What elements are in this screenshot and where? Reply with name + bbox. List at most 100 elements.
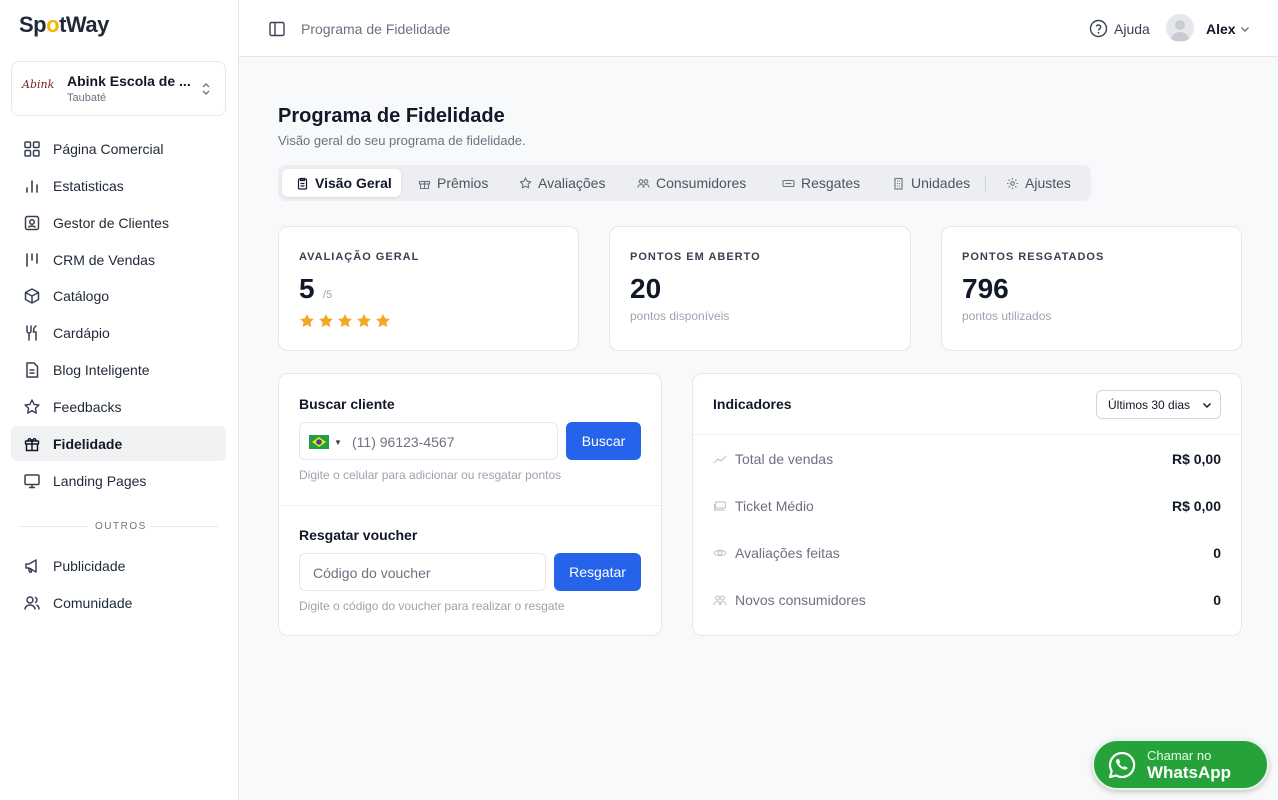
customer-actions-card: Buscar cliente ▼ (11) 96123-4567 Buscar … [278, 373, 662, 636]
open-points-card: PONTOS EM ABERTO 20 pontos disponíveis [609, 226, 911, 351]
tab-resgates[interactable]: Resgates [768, 169, 871, 197]
sidebar-item-label: Feedbacks [53, 399, 122, 415]
sidebar-item-label: Comunidade [53, 595, 133, 611]
building-icon [894, 177, 903, 190]
sidebar-item-landing-pages[interactable]: Landing Pages [11, 463, 226, 498]
tab-consumidores[interactable]: Consumidores [623, 169, 758, 197]
sidebar-toggle-icon[interactable] [268, 20, 286, 38]
star-icon [519, 176, 532, 188]
indicator-value: 0 [1213, 545, 1221, 561]
gift-icon [24, 438, 40, 452]
stat-value: 20 [630, 273, 662, 304]
tab-bar: Visão Geral Prêmios Avaliações Consumido… [278, 165, 1091, 201]
search-button[interactable]: Buscar [566, 422, 641, 460]
page-title: Programa de Fidelidade [278, 105, 505, 127]
sidebar-item-label: Blog Inteligente [53, 362, 150, 378]
whatsapp-small-label: Chamar no [1147, 748, 1212, 763]
country-caret-icon[interactable]: ▼ [334, 438, 342, 447]
user-avatar-icon [1170, 20, 1190, 41]
star-filled-icon [376, 314, 390, 328]
stat-note: pontos utilizados [962, 309, 1052, 323]
voucher-input[interactable]: Código do voucher [299, 553, 546, 591]
brazil-flag-icon[interactable] [309, 435, 329, 449]
card-divider [693, 434, 1241, 435]
sidebar-item-gestor-de-clientes[interactable]: Gestor de Clientes [11, 205, 226, 240]
search-hint: Digite o celular para adicionar ou resga… [299, 468, 562, 482]
period-select-value: Últimos 30 dias [1108, 398, 1191, 412]
spotway-logo[interactable]: SpotWay [19, 12, 109, 38]
sidebar-item-pagina-comercial[interactable]: Página Comercial [11, 131, 226, 166]
tab-avaliacoes[interactable]: Avaliações [505, 169, 617, 197]
ticket-icon [782, 179, 795, 187]
tab-label: Unidades [911, 175, 971, 191]
star-icon [24, 399, 40, 414]
period-select[interactable]: Últimos 30 dias [1096, 390, 1221, 419]
indicator-label: Avaliações feitas [735, 545, 840, 561]
org-city: Taubaté [67, 92, 107, 104]
sidebar-item-blog-inteligente[interactable]: Blog Inteligente [11, 352, 226, 387]
sidebar-item-fidelidade[interactable]: Fidelidade [11, 426, 226, 461]
redeem-button[interactable]: Resgatar [554, 553, 641, 591]
star-filled-icon [357, 314, 371, 328]
tab-ajustes[interactable]: Ajustes [992, 169, 1086, 197]
megaphone-icon [25, 559, 37, 573]
whatsapp-icon [1108, 751, 1136, 779]
sidebar-item-catalogo[interactable]: Catálogo [11, 278, 226, 313]
voucher-placeholder: Código do voucher [313, 565, 431, 581]
whatsapp-big-label: WhatsApp [1147, 763, 1232, 782]
help-link[interactable]: Ajuda [1114, 21, 1150, 37]
tab-separator [985, 176, 986, 191]
indicators-card: Indicadores Últimos 30 dias Total de ven… [692, 373, 1242, 636]
redeemed-points-card: PONTOS RESGATADOS 796 pontos utilizados [941, 226, 1242, 351]
indicator-value: R$ 0,00 [1171, 451, 1221, 467]
tab-unidades[interactable]: Unidades [878, 169, 978, 197]
chevron-down-icon [1202, 402, 1212, 409]
search-customer-title: Buscar cliente [299, 396, 395, 412]
indicator-value: 0 [1213, 592, 1221, 608]
monitor-icon [24, 474, 40, 489]
help-icon[interactable] [1089, 19, 1108, 38]
sidebar-item-estatisticas[interactable]: Estatisticas [11, 168, 226, 203]
indicator-value: R$ 0,00 [1171, 498, 1221, 514]
indicator-row: Novos consumidores 0 [713, 590, 1221, 610]
sidebar-item-label: Fidelidade [53, 436, 123, 452]
sidebar-item-feedbacks[interactable]: Feedbacks [11, 389, 226, 424]
trend-icon [713, 455, 727, 464]
sidebar-item-crm-de-vendas[interactable]: CRM de Vendas [11, 242, 226, 277]
stat-label: AVALIAÇÃO GERAL [299, 251, 420, 263]
user-name[interactable]: Alex [1206, 21, 1236, 37]
rating-card: AVALIAÇÃO GERAL 5 /5 [278, 226, 579, 351]
indicator-row: Ticket Médio R$ 0,00 [713, 496, 1221, 516]
gear-icon [1007, 177, 1018, 189]
sidebar-item-label: Cardápio [53, 325, 110, 341]
bar-chart-icon [26, 180, 38, 193]
sidebar-item-label: CRM de Vendas [53, 252, 155, 268]
chevron-down-icon[interactable] [1239, 23, 1251, 35]
org-name: Abink Escola de ... [67, 73, 191, 89]
sidebar-item-label: Página Comercial [53, 141, 164, 157]
breadcrumb: Programa de Fidelidade [301, 21, 451, 37]
indicators-title: Indicadores [713, 396, 792, 412]
sidebar-item-label: Landing Pages [53, 473, 147, 489]
tab-label: Consumidores [656, 175, 747, 191]
sidebar-item-publicidade[interactable]: Publicidade [11, 548, 226, 583]
tab-label: Avaliações [538, 175, 606, 191]
org-switcher[interactable]: Abink Abink Escola de ... Taubaté [11, 61, 226, 116]
section-divider [19, 526, 87, 527]
indicator-row: Avaliações feitas 0 [713, 543, 1221, 563]
utensils-icon [26, 325, 37, 341]
tab-premios[interactable]: Prêmios [404, 169, 500, 197]
topbar: Programa de Fidelidade Ajuda Alex [239, 0, 1278, 57]
whatsapp-chat-button[interactable]: Chamar no WhatsApp [1092, 739, 1269, 790]
star-filled-icon [300, 314, 314, 328]
sidebar-item-label: Gestor de Clientes [53, 215, 169, 231]
org-logo: Abink [22, 78, 55, 91]
sidebar-item-cardapio[interactable]: Cardápio [11, 315, 226, 350]
chevron-up-down-icon [202, 83, 210, 95]
tab-visao-geral[interactable]: Visão Geral [282, 169, 401, 197]
avatar[interactable] [1166, 14, 1194, 42]
phone-input[interactable]: ▼ (11) 96123-4567 [299, 422, 558, 460]
stat-value: 5 [299, 273, 315, 304]
sidebar-item-comunidade[interactable]: Comunidade [11, 585, 226, 620]
voucher-hint: Digite o código do voucher para realizar… [299, 599, 565, 613]
